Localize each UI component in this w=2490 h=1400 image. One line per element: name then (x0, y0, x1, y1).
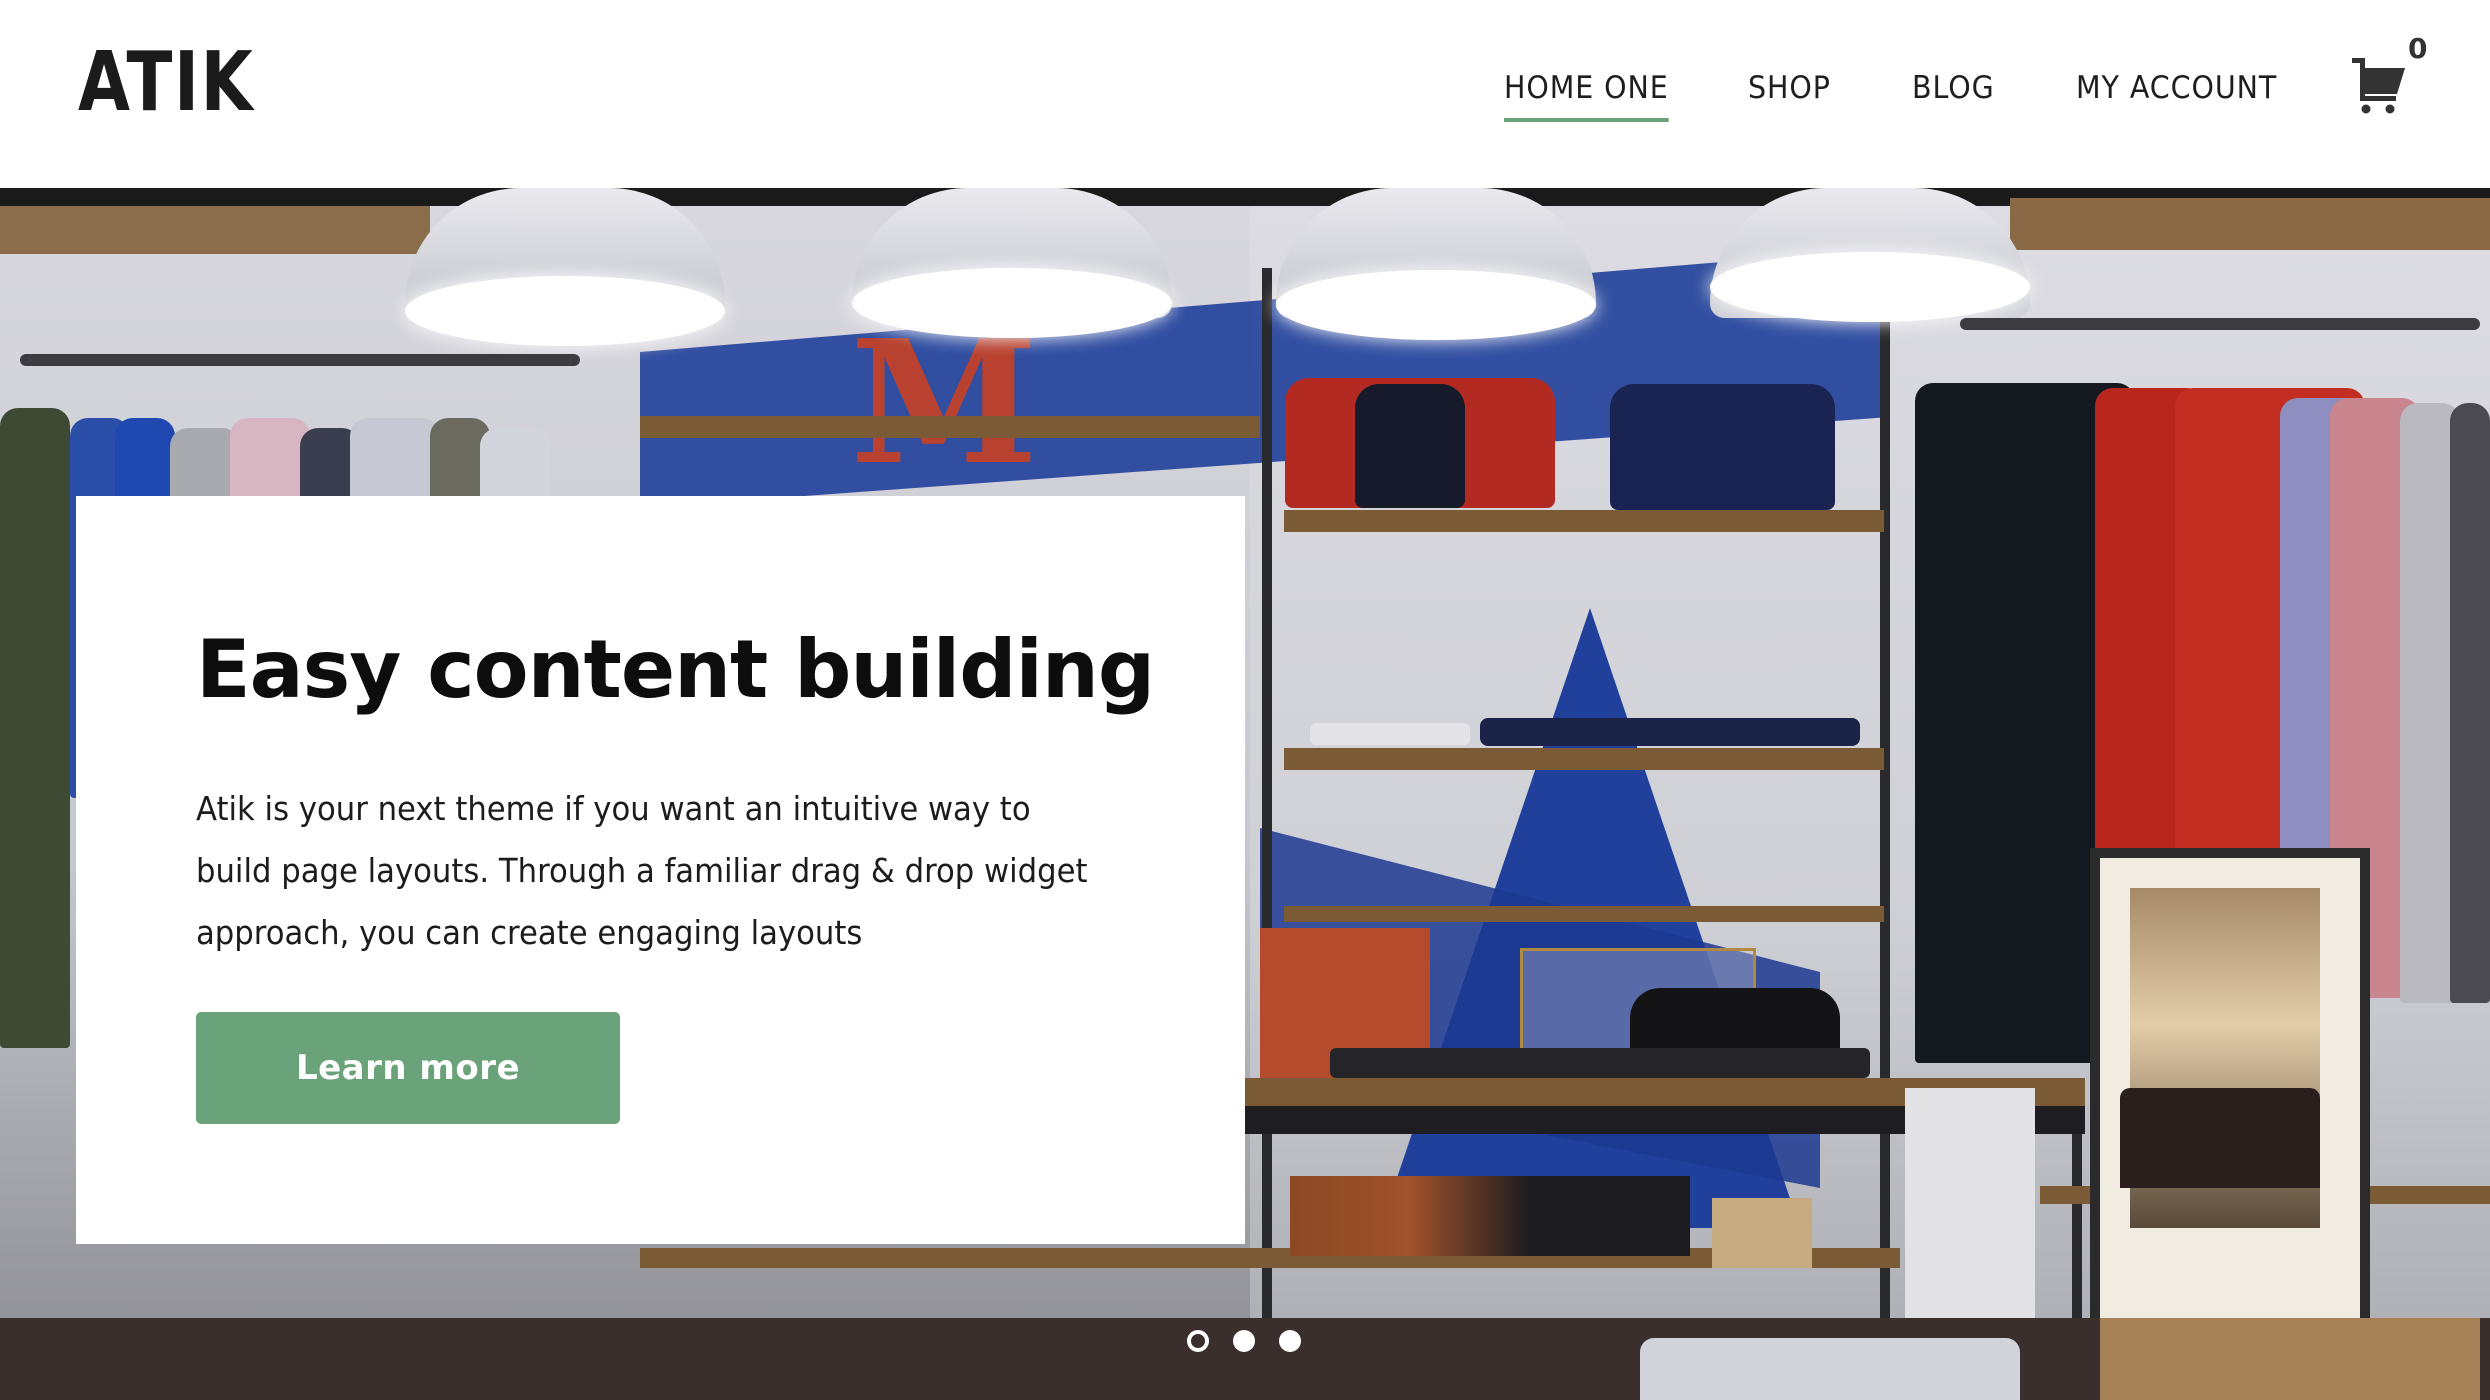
clothing-rail (1960, 318, 2480, 330)
nav-item-blog[interactable]: BLOG (1912, 70, 1995, 106)
cart-count-badge: 0 (2408, 32, 2428, 65)
site-header: ATIK HOME ONE SHOP BLOG MY ACCOUNT 0 (0, 0, 2490, 188)
shelf-frame (1880, 308, 1890, 1398)
lamp-light (1710, 252, 2030, 322)
wood-beam (2010, 198, 2490, 250)
garment (0, 408, 70, 1048)
folded-shirts (1330, 1048, 1870, 1078)
folded-shirt (1310, 723, 1470, 745)
cart-button[interactable] (2352, 58, 2406, 114)
learn-more-button[interactable]: Learn more (196, 1012, 620, 1124)
folded-tee (1640, 1338, 2020, 1400)
slider-dot-3[interactable] (1279, 1330, 1301, 1352)
decor-letter: M (850, 303, 1039, 503)
wood-beam (0, 206, 430, 254)
lamp-light (852, 268, 1172, 338)
shelf (1284, 906, 1884, 922)
garment (2450, 403, 2490, 1003)
slider-dot-1[interactable] (1187, 1330, 1209, 1352)
nav-item-home-one[interactable]: HOME ONE (1504, 70, 1669, 122)
shelf (640, 416, 1260, 438)
boxes (2100, 1318, 2480, 1400)
boxes (1712, 1198, 1812, 1268)
shelf (1284, 748, 1884, 770)
hero-card: Easy content building Atik is your next … (76, 496, 1245, 1244)
slider-dot-2[interactable] (1233, 1330, 1255, 1352)
shelf-frame (1262, 268, 1272, 1398)
clothing-rail (20, 354, 580, 366)
shopping-cart-icon (2352, 58, 2405, 114)
boots (1290, 1176, 1690, 1256)
nav-item-my-account[interactable]: MY ACCOUNT (2076, 70, 2277, 106)
navy-bag (1610, 384, 1835, 510)
hero-title: Easy content building (196, 623, 1155, 716)
nav-item-shop[interactable]: SHOP (1748, 70, 1831, 106)
lamp-light (1276, 270, 1596, 340)
shelf (1284, 510, 1884, 532)
folded-shirt (1480, 718, 1860, 746)
bag-panel (1355, 384, 1465, 508)
hero-description: Atik is your next theme if you want an i… (196, 789, 1088, 952)
lamp-light (405, 276, 725, 346)
bottles (2120, 1088, 2320, 1188)
shelf (640, 1248, 1900, 1268)
site-logo[interactable]: ATIK (78, 42, 254, 124)
